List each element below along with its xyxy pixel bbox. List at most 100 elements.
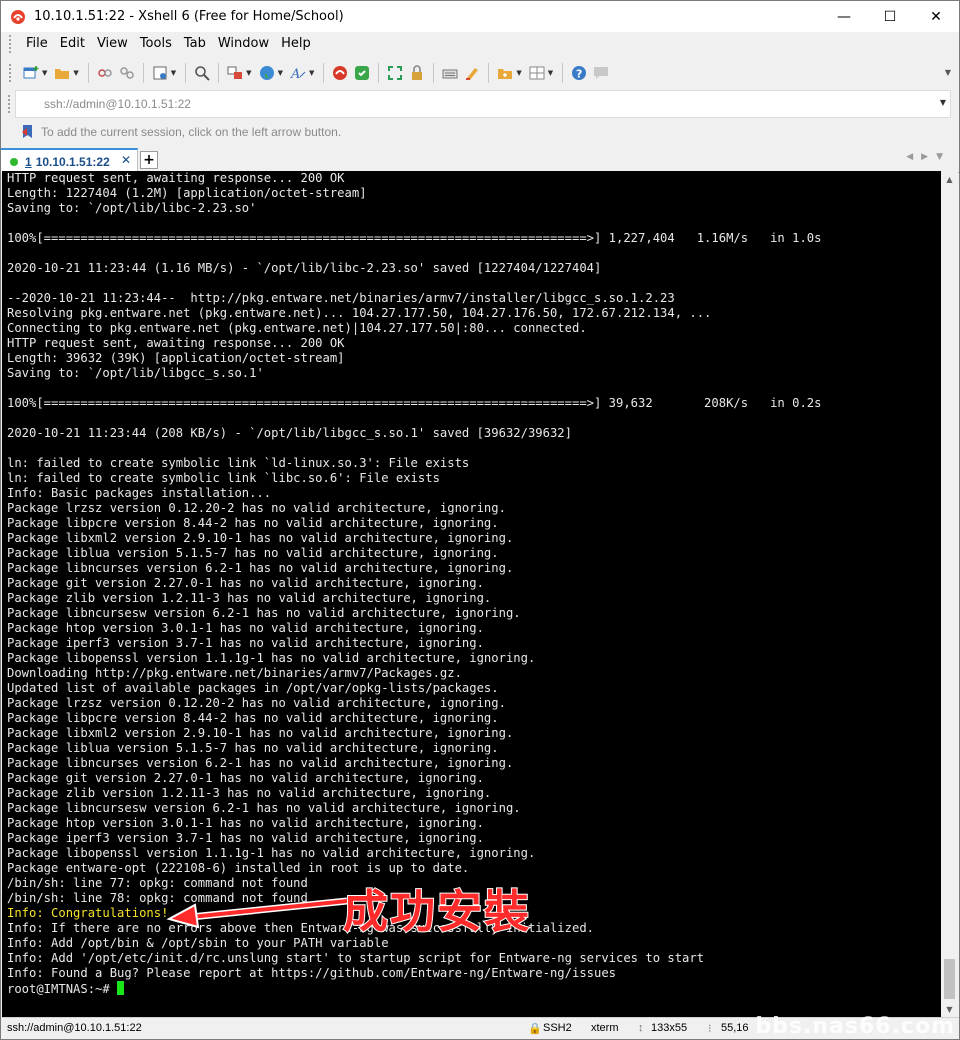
terminal-line: Length: 39632 (39K) [application/octet-s… [7, 351, 345, 365]
toolbar: ▼ ▼ ▼ ▼ ▼ A ▼ ▼ ▼ ? ▼ [1, 56, 959, 90]
tab-number: 1 [25, 154, 32, 169]
status-lock-icon: 🔒 [528, 1023, 542, 1035]
menu-tools[interactable]: Tools [134, 32, 178, 56]
compose-icon[interactable] [496, 64, 514, 82]
menu-bar: File Edit View Tools Tab Window Help [1, 32, 959, 56]
menu-tab[interactable]: Tab [178, 32, 212, 56]
bookmark-arrow-icon[interactable] [21, 124, 35, 140]
fullscreen-icon[interactable] [386, 64, 404, 82]
menu-file[interactable]: File [20, 32, 54, 56]
menubar-grip[interactable] [9, 35, 12, 53]
terminal-line: Downloading http://pkg.entware.net/binar… [7, 666, 462, 680]
font-dropdown-icon[interactable]: ▼ [309, 69, 314, 77]
terminal-line: Info: Add '/opt/etc/init.d/rc.unslung st… [7, 951, 705, 965]
globe-dropdown-icon[interactable]: ▼ [278, 69, 283, 77]
terminal-line: Package lrzsz version 0.12.20-2 has no v… [7, 696, 506, 710]
globe-icon[interactable] [258, 64, 276, 82]
window-title: 10.10.1.51:22 - Xshell 6 (Free for Home/… [34, 9, 344, 24]
terminal-line: Package git version 2.27.0-1 has no vali… [7, 576, 484, 590]
toolbar-overflow-icon[interactable]: ▼ [945, 68, 951, 77]
session-hint-text: To add the current session, click on the… [41, 125, 342, 139]
svg-text:A: A [290, 67, 300, 81]
open-dropdown-icon[interactable]: ▼ [73, 69, 78, 77]
terminal-scrollbar[interactable]: ▲ ▼ [941, 171, 958, 1018]
scrollbar-thumb[interactable] [944, 959, 955, 999]
terminal-line: Updated list of available packages in /o… [7, 681, 499, 695]
font-icon[interactable]: A [289, 64, 307, 82]
terminal-line: Package iperf3 version 3.7-1 has no vali… [7, 831, 484, 845]
terminal-line: Connecting to pkg.entware.net (pkg.entwa… [7, 321, 587, 335]
menu-view[interactable]: View [91, 32, 134, 56]
terminal-line: 100%[===================================… [7, 231, 822, 245]
menu-window[interactable]: Window [212, 32, 275, 56]
status-cursor-pos: 55,16 [721, 1022, 749, 1034]
terminal-line: Package libncurses version 6.2-1 has no … [7, 756, 514, 770]
terminal-line: Info: Found a Bug? Please report at http… [7, 966, 617, 980]
xftp-icon[interactable] [331, 64, 349, 82]
toolbar-grip[interactable] [9, 64, 12, 82]
connected-status-icon [10, 157, 18, 166]
properties-icon[interactable] [151, 64, 169, 82]
terminal-line: ln: failed to create symbolic link `ld-l… [7, 456, 470, 470]
keyboard-icon[interactable] [441, 64, 459, 82]
terminal-line: Package htop version 3.0.1-1 has no vali… [7, 621, 484, 635]
xshell-icon[interactable] [353, 64, 371, 82]
terminal-line: Package libncursesw version 6.2-1 has no… [7, 606, 521, 620]
tab-close-icon[interactable]: ✕ [121, 153, 131, 167]
new-session-dropdown-icon[interactable]: ▼ [42, 69, 47, 77]
tab-label: 10.10.1.51:22 [35, 154, 110, 169]
address-input[interactable]: ssh://admin@10.10.1.51:22 [44, 97, 191, 111]
terminal-line: Package zlib version 1.2.11-3 has no val… [7, 786, 492, 800]
terminal-line: HTTP request sent, awaiting response... … [7, 171, 345, 185]
success-annotation: 成功安裝 [342, 884, 532, 939]
terminal-line: 100%[===================================… [7, 396, 822, 410]
title-bar[interactable]: 10.10.1.51:22 - Xshell 6 (Free for Home/… [1, 1, 959, 32]
address-dropdown-icon[interactable]: ▼ [940, 98, 946, 107]
layout-dropdown-icon[interactable]: ▼ [548, 69, 553, 77]
status-cursor-icon: ⁝ [708, 1023, 712, 1035]
xshell-window: 10.10.1.51:22 - Xshell 6 (Free for Home/… [0, 0, 960, 1040]
find-icon[interactable] [193, 64, 211, 82]
terminal-prompt-line[interactable]: root@IMTNAS:~# [2, 981, 943, 996]
shell-prompt: root@IMTNAS:~# [7, 982, 118, 996]
terminal-line: Package lrzsz version 0.12.20-2 has no v… [7, 501, 506, 515]
session-hint-bar: To add the current session, click on the… [1, 118, 959, 146]
maximize-button[interactable]: ☐ [867, 1, 913, 32]
properties-dropdown-icon[interactable]: ▼ [171, 69, 176, 77]
disconnect-icon[interactable] [96, 64, 114, 82]
terminal-cursor [117, 981, 125, 995]
terminal-line: Package git version 2.27.0-1 has no vali… [7, 771, 484, 785]
annotation-arrow-icon [166, 897, 348, 929]
address-bar[interactable]: ssh://admin@10.10.1.51:22 ▼ [8, 90, 951, 118]
new-session-icon[interactable] [22, 64, 40, 82]
tab-session[interactable]: 1 10.10.1.51:22 ✕ [1, 148, 138, 173]
transfer-dropdown-icon[interactable]: ▼ [246, 69, 251, 77]
status-address: ssh://admin@10.10.1.51:22 [7, 1022, 142, 1034]
lock-icon[interactable] [408, 64, 426, 82]
menu-help[interactable]: Help [275, 32, 317, 56]
layout-icon[interactable] [528, 64, 546, 82]
terminal-line: 2020-10-21 11:23:44 (208 KB/s) - `/opt/l… [7, 426, 572, 440]
help-icon[interactable]: ? [570, 64, 588, 82]
addressbar-grip[interactable] [8, 95, 11, 113]
transfer-icon[interactable] [226, 64, 244, 82]
scroll-up-icon[interactable]: ▲ [941, 171, 958, 188]
compose-dropdown-icon[interactable]: ▼ [516, 69, 521, 77]
terminal-line: Saving to: `/opt/lib/libgcc_s.so.1' [7, 366, 264, 380]
highlight-icon[interactable] [463, 64, 481, 82]
chat-icon[interactable] [592, 64, 610, 82]
close-button[interactable]: ✕ [913, 1, 959, 32]
new-tab-button[interactable]: + [140, 151, 158, 169]
reconnect-icon[interactable] [118, 64, 136, 82]
tab-navigation-icon[interactable]: ◀▶▼ [906, 152, 951, 162]
menu-edit[interactable]: Edit [54, 32, 91, 56]
minimize-button[interactable]: — [821, 1, 867, 32]
terminal-line: ln: failed to create symbolic link `libc… [7, 471, 440, 485]
open-folder-icon[interactable] [53, 64, 71, 82]
terminal-line: Package htop version 3.0.1-1 has no vali… [7, 816, 484, 830]
terminal-line: Package libncurses version 6.2-1 has no … [7, 561, 514, 575]
